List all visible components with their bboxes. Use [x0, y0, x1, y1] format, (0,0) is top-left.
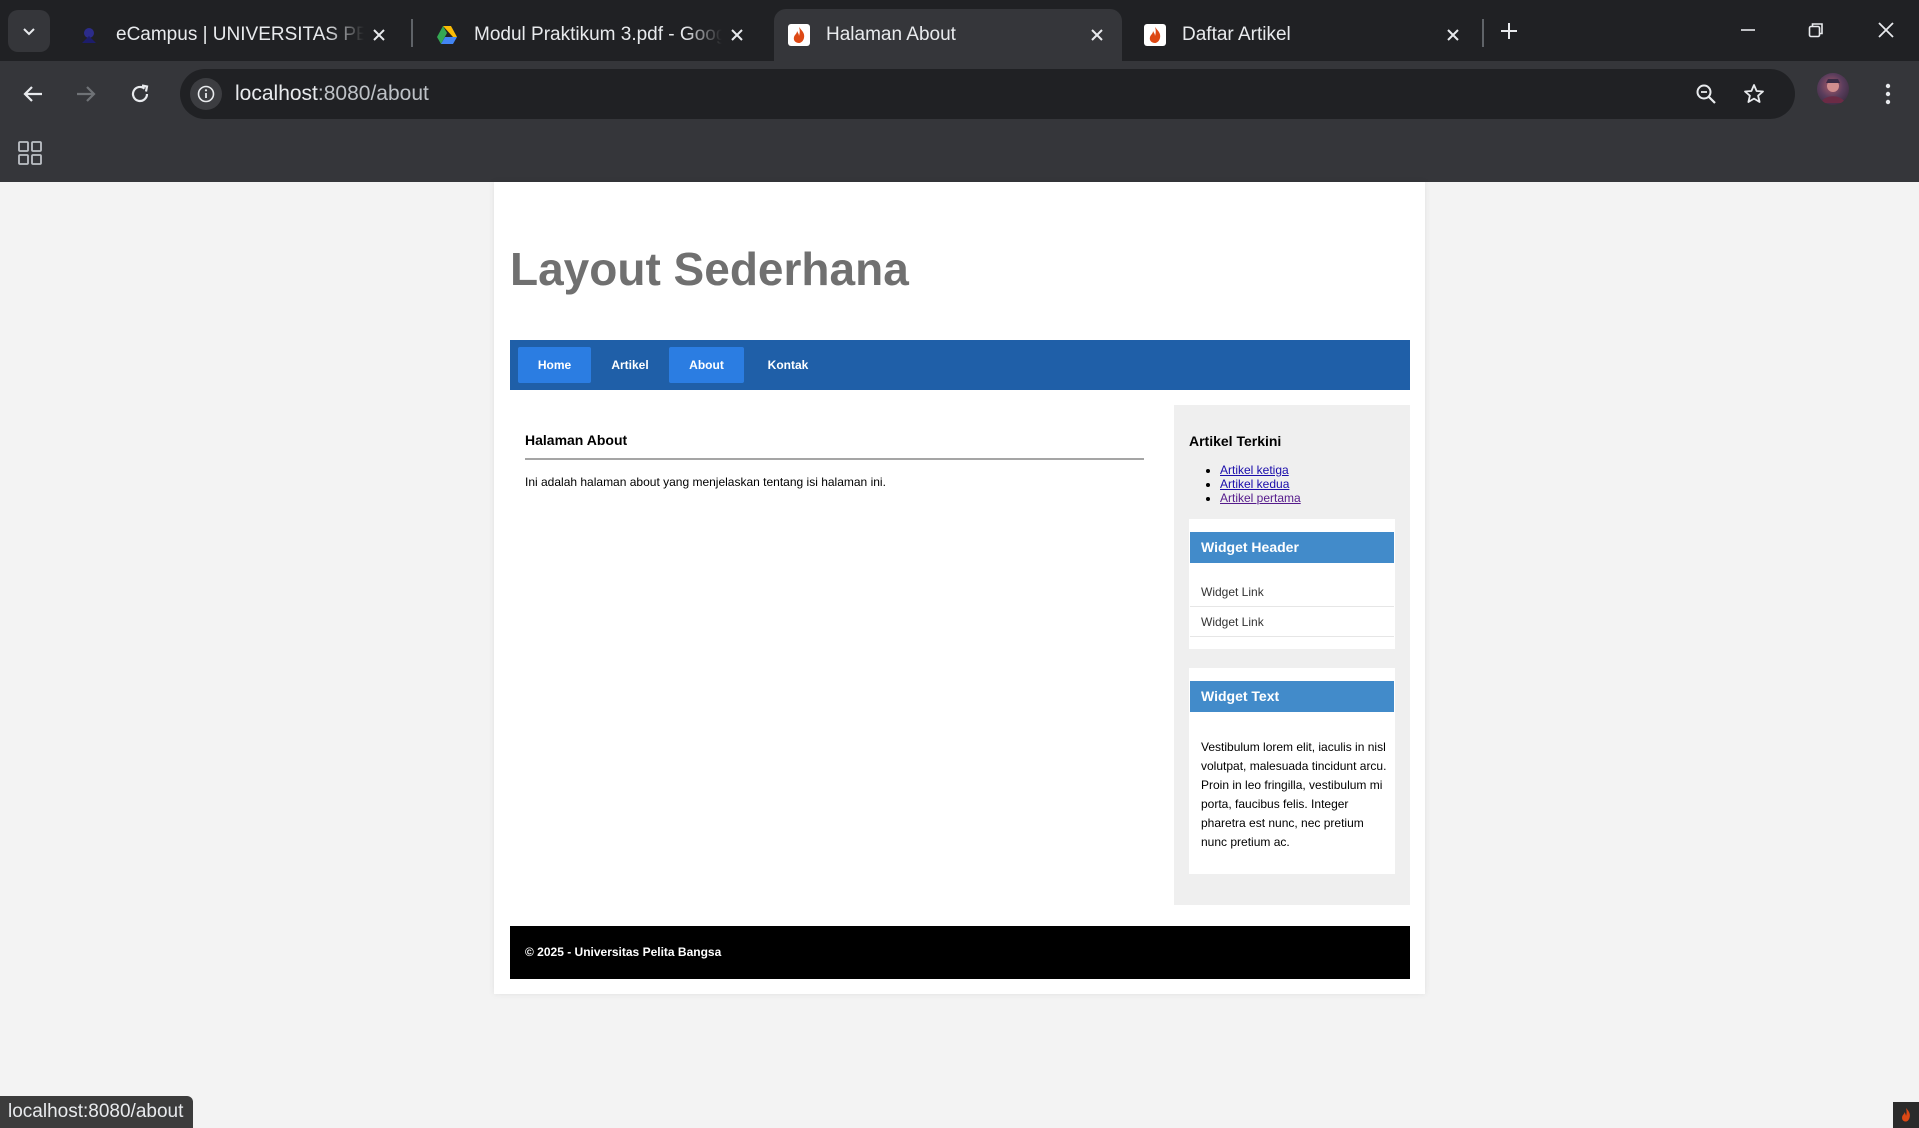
restore-icon — [1808, 23, 1823, 38]
campus-logo-icon — [78, 24, 100, 46]
apps-grid-icon[interactable] — [17, 140, 43, 166]
plus-icon — [1501, 23, 1517, 39]
article-link[interactable]: Artikel pertama — [1220, 491, 1301, 505]
tab-title: Daftar Artikel — [1182, 24, 1291, 45]
close-tab-icon[interactable] — [1438, 20, 1468, 50]
url-text[interactable]: localhost:8080/about — [235, 82, 429, 106]
main-nav: Home Artikel About Kontak — [510, 340, 1410, 390]
page-container: Layout Sederhana Home Artikel About Kont… — [494, 182, 1425, 994]
chevron-down-icon — [23, 28, 35, 36]
widget-link[interactable]: Widget Link — [1190, 607, 1394, 637]
tab-strip: eCampus | UNIVERSITAS PELITA BANGSA Modu… — [0, 0, 1919, 61]
tab-ecampus[interactable]: eCampus | UNIVERSITAS PELITA BANGSA — [64, 9, 404, 61]
page-viewport: Layout Sederhana Home Artikel About Kont… — [0, 182, 1919, 1128]
nav-home[interactable]: Home — [518, 347, 591, 383]
site-info-button[interactable] — [190, 78, 222, 110]
tab-title: Halaman About — [826, 24, 956, 45]
tab-title: eCampus | UNIVERSITAS PELITA BANGSA — [116, 24, 364, 45]
tab-title: Modul Praktikum 3.pdf - Google Drive — [474, 24, 722, 45]
back-button[interactable] — [13, 74, 53, 114]
close-tab-icon[interactable] — [364, 20, 394, 50]
list-item: Artikel kedua — [1220, 477, 1301, 491]
site-title: Layout Sederhana — [510, 243, 909, 295]
reload-icon — [131, 84, 149, 103]
more-vertical-icon — [1885, 83, 1891, 105]
close-tab-icon[interactable] — [1082, 20, 1112, 50]
close-tab-icon[interactable] — [722, 20, 752, 50]
status-bar-url: localhost:8080/about — [0, 1096, 194, 1128]
minimize-icon — [1741, 29, 1755, 31]
browser-menu-button[interactable] — [1870, 74, 1906, 114]
arrow-left-icon — [23, 86, 42, 102]
content-divider — [525, 458, 1144, 460]
info-icon — [197, 85, 215, 103]
reload-button[interactable] — [120, 74, 160, 114]
new-tab-button[interactable] — [1492, 14, 1526, 48]
star-icon — [1744, 84, 1764, 103]
tab-daftar-artikel[interactable]: Daftar Artikel — [1130, 9, 1478, 61]
site-footer: © 2025 - Universitas Pelita Bangsa — [510, 926, 1410, 979]
tab-separator — [411, 19, 413, 47]
sidebar: Artikel Terkini Artikel ketiga Artikel k… — [1174, 405, 1410, 905]
nav-kontak[interactable]: Kontak — [747, 347, 829, 383]
url-host: localhost — [235, 82, 318, 105]
bookmark-button[interactable] — [1738, 78, 1770, 110]
bookmarks-bar — [0, 127, 1919, 182]
arrow-right-icon — [77, 86, 96, 102]
minimize-button[interactable] — [1728, 12, 1768, 48]
zoom-button[interactable] — [1690, 78, 1722, 110]
content-title: Halaman About — [525, 432, 628, 448]
avatar-image — [1821, 79, 1845, 103]
recent-articles-title: Artikel Terkini — [1189, 433, 1282, 449]
recent-articles-list: Artikel ketiga Artikel kedua Artikel per… — [1220, 463, 1301, 505]
widget-text-body: Vestibulum lorem elit, iaculis in nisl v… — [1201, 740, 1387, 849]
tab-search-button[interactable] — [8, 10, 50, 52]
address-bar[interactable]: localhost:8080/about — [180, 69, 1795, 119]
google-drive-icon — [436, 24, 458, 46]
widget-link[interactable]: Widget Link — [1190, 577, 1394, 607]
codeigniter-debug-toolbar-icon[interactable] — [1893, 1102, 1919, 1128]
article-link[interactable]: Artikel kedua — [1220, 477, 1289, 491]
restore-button[interactable] — [1796, 12, 1836, 48]
list-item: Artikel pertama — [1220, 491, 1301, 505]
browser-toolbar: localhost:8080/about — [0, 61, 1919, 127]
nav-artikel[interactable]: Artikel — [594, 347, 666, 383]
profile-avatar[interactable] — [1817, 73, 1849, 105]
widget-header: Widget Text — [1190, 681, 1394, 712]
codeigniter-flame-icon — [1144, 24, 1166, 46]
close-window-button[interactable] — [1866, 12, 1906, 48]
tab-halaman-about[interactable]: Halaman About — [774, 9, 1122, 61]
forward-button[interactable] — [66, 74, 106, 114]
tab-modul-praktikum[interactable]: Modul Praktikum 3.pdf - Google Drive — [422, 9, 762, 61]
widget-links: Widget Header Widget Link Widget Link — [1189, 519, 1395, 649]
zoom-out-icon — [1696, 84, 1716, 104]
content-text: Ini adalah halaman about yang menjelaska… — [525, 475, 886, 489]
close-icon — [1878, 22, 1894, 38]
widget-text: Widget Text Vestibulum lorem elit, iacul… — [1189, 668, 1395, 874]
article-link[interactable]: Artikel ketiga — [1220, 463, 1289, 477]
tab-separator — [1482, 19, 1484, 47]
codeigniter-flame-icon — [788, 24, 810, 46]
list-item: Artikel ketiga — [1220, 463, 1301, 477]
url-path: :8080/about — [317, 82, 429, 105]
widget-header: Widget Header — [1190, 532, 1394, 563]
nav-about[interactable]: About — [669, 347, 744, 383]
